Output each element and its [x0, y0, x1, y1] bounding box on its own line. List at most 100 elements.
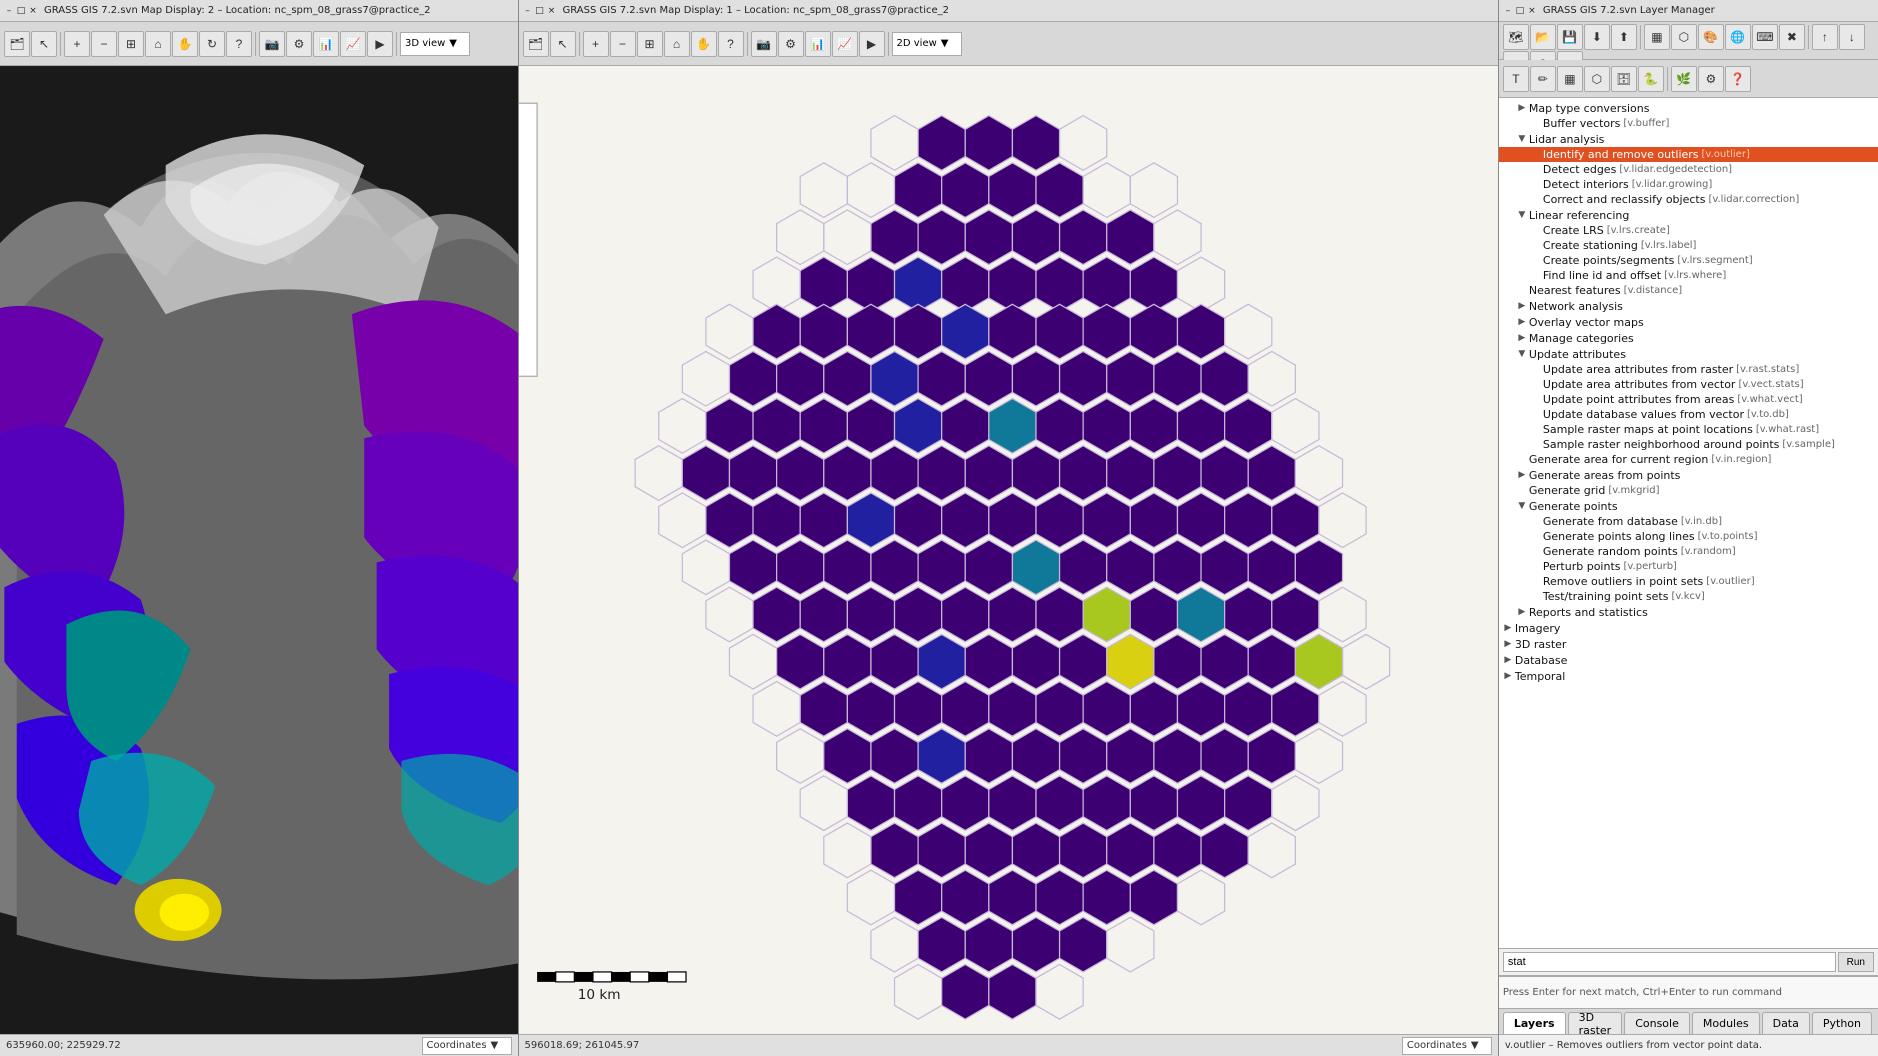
tab-python[interactable]: Python: [1812, 1012, 1872, 1034]
tree-item-create_stationing[interactable]: Create stationing [v.lrs.label]: [1499, 238, 1878, 253]
lm-help-btn[interactable]: ❓: [1725, 66, 1751, 92]
right-zoom-region-btn[interactable]: ⊞: [637, 31, 663, 57]
lm-add-raster-btn[interactable]: ▦: [1644, 24, 1670, 50]
tree-item-database[interactable]: ▶Database: [1499, 652, 1878, 668]
left-rotate-btn[interactable]: ↻: [199, 31, 225, 57]
right-close-btn[interactable]: ×: [547, 6, 557, 16]
tree-item-reports_stats[interactable]: ▶Reports and statistics: [1499, 604, 1878, 620]
tree-item-gen_points[interactable]: ▼Generate points: [1499, 498, 1878, 514]
tree-item-detect_interiors[interactable]: Detect interiors [v.lidar.growing]: [1499, 177, 1878, 192]
tree-item-nearest_features[interactable]: Nearest features [v.distance]: [1499, 283, 1878, 298]
tree-item-find_line_id[interactable]: Find line id and offset [v.lrs.where]: [1499, 268, 1878, 283]
tree-item-imagery[interactable]: ▶Imagery: [1499, 620, 1878, 636]
tree-item-sample_raster_neighbor[interactable]: Sample raster neighborhood around points…: [1499, 437, 1878, 452]
tree-toggle-gen_areas_points[interactable]: ▶: [1515, 468, 1529, 482]
tree-item-gen_grid[interactable]: Generate grid [v.mkgrid]: [1499, 483, 1878, 498]
left-coords-dropdown[interactable]: Coordinates ▼: [422, 1037, 512, 1055]
lm-export-btn[interactable]: ⬆: [1611, 24, 1637, 50]
right-pointer-btn[interactable]: ↖: [550, 31, 576, 57]
tree-toggle-database[interactable]: ▶: [1501, 653, 1515, 667]
tree-item-create_points_segments[interactable]: Create points/segments [v.lrs.segment]: [1499, 253, 1878, 268]
right-settings-btn[interactable]: ⚙: [778, 31, 804, 57]
left-settings-btn[interactable]: ⚙: [286, 31, 312, 57]
lm-py-btn[interactable]: 🐍: [1638, 66, 1664, 92]
left-zoom-region-btn[interactable]: ⊞: [118, 31, 144, 57]
lm-text-btn[interactable]: T: [1503, 66, 1529, 92]
left-zoom-out-btn[interactable]: −: [91, 31, 117, 57]
lm-new-map-btn[interactable]: 🗺: [1503, 24, 1529, 50]
tab-layers[interactable]: Layers: [1503, 1012, 1566, 1034]
tab-console[interactable]: Console: [1624, 1012, 1690, 1034]
left-profile-btn[interactable]: 📈: [340, 31, 366, 57]
tree-item-update_db_values[interactable]: Update database values from vector [v.to…: [1499, 407, 1878, 422]
tree-item-overlay_vector_maps[interactable]: ▶Overlay vector maps: [1499, 314, 1878, 330]
right-view-dropdown[interactable]: 2D view ▼: [892, 32, 962, 56]
right-zoom-default-btn[interactable]: ⌂: [664, 31, 690, 57]
tree-item-update_area_vector[interactable]: Update area attributes from vector [v.ve…: [1499, 377, 1878, 392]
left-minimize-btn[interactable]: –: [4, 6, 14, 16]
tree-toggle-imagery[interactable]: ▶: [1501, 621, 1515, 635]
tree-item-gen_along_lines[interactable]: Generate points along lines [v.to.points…: [1499, 529, 1878, 544]
tree-toggle-overlay_vector_maps[interactable]: ▶: [1515, 315, 1529, 329]
tree-item-map_type_conversions[interactable]: ▶Map type conversions: [1499, 100, 1878, 116]
tree-item-identify_remove_outliers[interactable]: Identify and remove outliers [v.outlier]: [1499, 147, 1878, 162]
lm-up-btn[interactable]: ↑: [1812, 24, 1838, 50]
lm-add-rgb-btn[interactable]: 🎨: [1698, 24, 1724, 50]
tree-toggle-gen_points[interactable]: ▼: [1515, 499, 1529, 513]
tree-toggle-lidar_analysis[interactable]: ▼: [1515, 132, 1529, 146]
left-pointer-btn[interactable]: ↖: [31, 31, 57, 57]
tree-item-sample_raster_point[interactable]: Sample raster maps at point locations [v…: [1499, 422, 1878, 437]
lm-dn-btn[interactable]: ↓: [1839, 24, 1865, 50]
right-profile-btn[interactable]: 📈: [832, 31, 858, 57]
lm-import-btn[interactable]: ⬇: [1584, 24, 1610, 50]
tree-toggle-linear_referencing[interactable]: ▼: [1515, 208, 1529, 222]
tree-item-create_lrs[interactable]: Create LRS [v.lrs.create]: [1499, 223, 1878, 238]
right-save-img-btn[interactable]: 📷: [751, 31, 777, 57]
tab-data[interactable]: Data: [1762, 1012, 1810, 1034]
tree-toggle-map_type_conversions[interactable]: ▶: [1515, 101, 1529, 115]
lm-add-cmd-btn[interactable]: ⌨: [1752, 24, 1778, 50]
left-maximize-btn[interactable]: □: [16, 6, 26, 16]
tree-toggle-manage_categories[interactable]: ▶: [1515, 331, 1529, 345]
right-zoom-in-btn[interactable]: +: [583, 31, 609, 57]
left-open-btn[interactable]: 🗂: [4, 31, 30, 57]
tree-item-temporal[interactable]: ▶Temporal: [1499, 668, 1878, 684]
right-open-btn[interactable]: 🗂: [523, 31, 549, 57]
lm-del-layer-btn[interactable]: ✖: [1779, 24, 1805, 50]
tree-item-manage_categories[interactable]: ▶Manage categories: [1499, 330, 1878, 346]
tree-item-update_attributes[interactable]: ▼Update attributes: [1499, 346, 1878, 362]
right-minimize-btn[interactable]: –: [523, 6, 533, 16]
lm-vect-edit-btn[interactable]: ⬡: [1584, 66, 1610, 92]
left-zoom-in-btn[interactable]: +: [64, 31, 90, 57]
lm-search-input[interactable]: [1503, 952, 1836, 972]
lm-edit-btn[interactable]: ✏: [1530, 66, 1556, 92]
tree-item-gen_area_region[interactable]: Generate area for current region [v.in.r…: [1499, 452, 1878, 467]
left-zoom-default-btn[interactable]: ⌂: [145, 31, 171, 57]
right-zoom-out-btn[interactable]: −: [610, 31, 636, 57]
left-analyze-btn[interactable]: 📊: [313, 31, 339, 57]
tab-modules[interactable]: Modules: [1692, 1012, 1760, 1034]
right-analyze-btn[interactable]: 📊: [805, 31, 831, 57]
lm-save-btn[interactable]: 💾: [1557, 24, 1583, 50]
lm-maximize-btn[interactable]: □: [1515, 6, 1525, 16]
tree-item-buffer_vectors[interactable]: Buffer vectors [v.buffer]: [1499, 116, 1878, 131]
tree-item-gen_random[interactable]: Generate random points [v.random]: [1499, 544, 1878, 559]
lm-add-wms-btn[interactable]: 🌐: [1725, 24, 1751, 50]
left-pan-btn[interactable]: ✋: [172, 31, 198, 57]
tab-3d-raster[interactable]: 3D raster: [1568, 1012, 1623, 1034]
tree-item-correct_reclassify[interactable]: Correct and reclassify objects [v.lidar.…: [1499, 192, 1878, 207]
tree-toggle-update_attributes[interactable]: ▼: [1515, 347, 1529, 361]
lm-grass-btn[interactable]: 🌿: [1671, 66, 1697, 92]
tree-item-gen_from_db[interactable]: Generate from database [v.in.db]: [1499, 514, 1878, 529]
right-anim-btn[interactable]: ▶: [859, 31, 885, 57]
right-pan-btn[interactable]: ✋: [691, 31, 717, 57]
tree-toggle-reports_stats[interactable]: ▶: [1515, 605, 1529, 619]
tree-item-network_analysis[interactable]: ▶Network analysis: [1499, 298, 1878, 314]
right-maximize-btn[interactable]: □: [535, 6, 545, 16]
tree-item-update_area_raster[interactable]: Update area attributes from raster [v.ra…: [1499, 362, 1878, 377]
tree-item-test_training[interactable]: Test/training point sets [v.kcv]: [1499, 589, 1878, 604]
tree-item-lidar_analysis[interactable]: ▼Lidar analysis: [1499, 131, 1878, 147]
lm-settings-btn[interactable]: ⚙: [1698, 66, 1724, 92]
lm-close-btn[interactable]: ×: [1527, 6, 1537, 16]
left-anim-btn[interactable]: ▶: [367, 31, 393, 57]
